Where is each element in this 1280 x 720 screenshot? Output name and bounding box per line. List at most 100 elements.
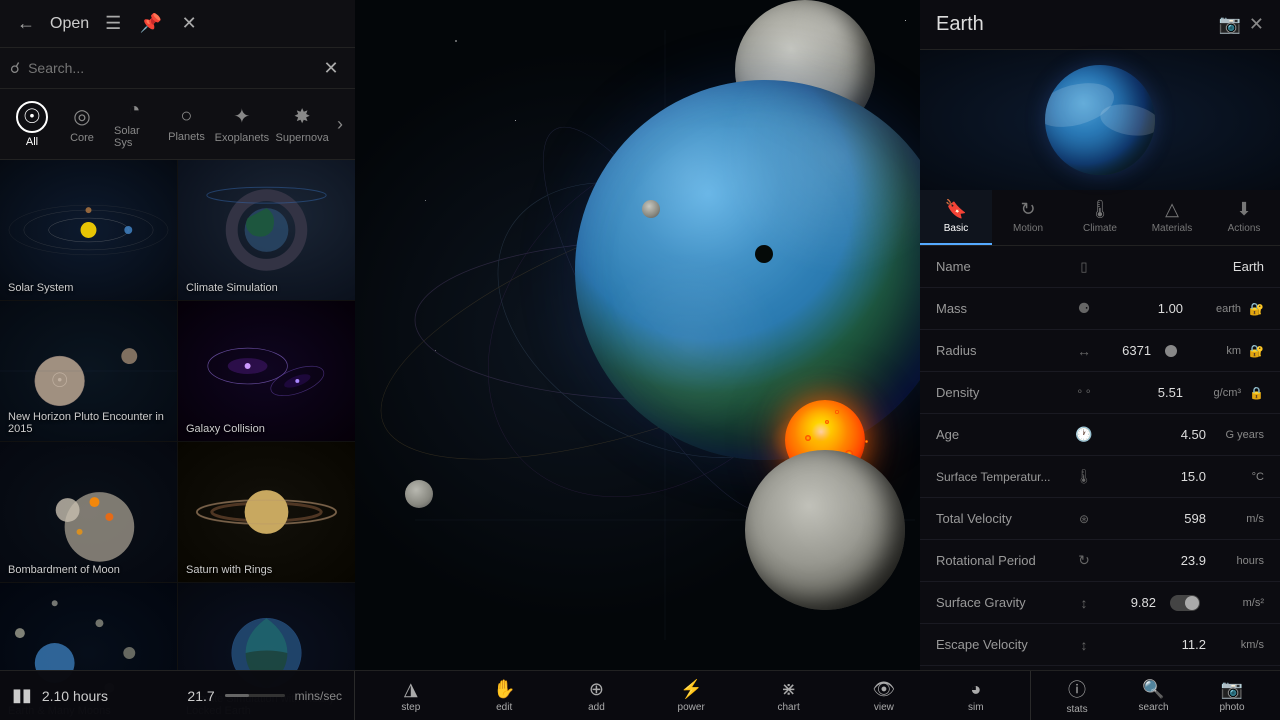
tab-basic[interactable]: 🔖 Basic: [920, 190, 992, 245]
materials-icon: △: [1165, 199, 1179, 220]
tab-climate[interactable]: 🌡 Climate: [1064, 190, 1136, 245]
prop-unit-surface-temp: °C: [1214, 471, 1264, 483]
property-density: Density ⚬⚬ 5.51 g/cm³ 🔒: [920, 372, 1280, 414]
tab-exoplanets[interactable]: ✦ Exoplanets: [212, 100, 271, 148]
stats-icon: ⓘ: [1068, 676, 1086, 702]
radius-slider[interactable]: [1165, 345, 1177, 357]
tab-supernova[interactable]: ✸ Supernova: [273, 100, 331, 148]
motion-icon: ↻: [1020, 199, 1035, 220]
sim-button[interactable]: ◕ sim: [960, 676, 992, 716]
prop-label-name: Name: [936, 259, 1066, 274]
more-categories-arrow[interactable]: ›: [333, 114, 347, 135]
property-mass: Mass ⚈ 1.00 earth 🔐: [920, 288, 1280, 330]
category-tabs: ☉ All ◎ Core ◔ Solar Sys ○ Planets ✦ Exo…: [0, 89, 355, 160]
radius-lock-icon[interactable]: 🔐: [1249, 344, 1264, 358]
mass-lock-icon[interactable]: 🔐: [1249, 302, 1264, 316]
step-button[interactable]: ◮ step: [393, 676, 428, 716]
escape-velocity-icon: ↕: [1074, 637, 1094, 653]
panel-close-button[interactable]: ✕: [1249, 14, 1264, 35]
moon-right: [642, 200, 660, 218]
bottom-bar: ▮▮ 2.10 hours 21.7 mins/sec ◮ step ✋ edi…: [0, 670, 1280, 720]
moon-left: [405, 480, 433, 508]
edit-icon: ✋: [493, 679, 515, 700]
mass-icon: ⚈: [1074, 300, 1094, 317]
tab-materials[interactable]: △ Materials: [1136, 190, 1208, 245]
earth-3d-preview: [1045, 65, 1155, 175]
pause-button[interactable]: ▮▮: [12, 685, 32, 706]
prop-label-radius: Radius: [936, 343, 1066, 358]
sim-label: sim: [968, 702, 984, 713]
back-button[interactable]: ←: [12, 10, 40, 38]
right-panel: Earth 📷 ✕ 🔖 Basic ↻ Motion 🌡 Climate △ M…: [920, 0, 1280, 670]
stats-button[interactable]: ⓘ stats: [1058, 673, 1095, 718]
viewport[interactable]: [355, 0, 920, 670]
list-view-button[interactable]: ☰: [99, 10, 127, 38]
actions-icon: ⬇: [1236, 199, 1251, 220]
stats-label: stats: [1066, 704, 1087, 715]
playback-controls: ▮▮ 2.10 hours 21.7 mins/sec: [0, 671, 355, 720]
scenario-saturn[interactable]: Saturn with Rings: [178, 442, 355, 582]
scenario-galaxy[interactable]: Galaxy Collision: [178, 301, 355, 441]
prop-value-surface-temp: 15.0: [1102, 469, 1206, 484]
property-age: Age 🕐 4.50 G years: [920, 414, 1280, 456]
pin-button[interactable]: 📌: [137, 10, 165, 38]
surface-temp-icon: 🌡: [1074, 468, 1094, 485]
prop-value-total-velocity: 598: [1102, 511, 1206, 526]
scenario-label-pluto: New Horizon Pluto Encounter in 2015: [8, 411, 177, 435]
panel-image-button[interactable]: 📷: [1218, 14, 1240, 35]
tab-actions-label: Actions: [1228, 223, 1261, 234]
scenario-solar-system[interactable]: Solar System: [0, 160, 177, 300]
prop-unit-age: G years: [1214, 429, 1264, 441]
name-copy-icon[interactable]: ▯: [1074, 259, 1094, 275]
tab-motion-label: Motion: [1013, 223, 1043, 234]
search-button[interactable]: 🔍 search: [1131, 676, 1177, 716]
tab-basic-label: Basic: [944, 223, 968, 234]
tab-planets[interactable]: ○ Planets: [162, 101, 210, 147]
power-button[interactable]: ⚡ power: [670, 676, 713, 716]
tab-solar[interactable]: ◔ Solar Sys: [108, 95, 160, 153]
chart-button[interactable]: ⋇ chart: [770, 676, 808, 716]
prop-label-density: Density: [936, 385, 1066, 400]
search-input[interactable]: [28, 60, 309, 76]
prop-unit-radius: km: [1191, 345, 1241, 357]
scenario-climate-sim[interactable]: Climate Simulation: [178, 160, 355, 300]
property-surface-gravity: Surface Gravity ↕ 9.82 m/s²: [920, 582, 1280, 624]
scenario-moon-bomb[interactable]: Bombardment of Moon: [0, 442, 177, 582]
speed-slider[interactable]: [225, 694, 285, 697]
scenario-label-moon: Bombardment of Moon: [8, 564, 120, 576]
tab-all[interactable]: ☉ All: [8, 97, 56, 152]
photo-icon: 📷: [1221, 679, 1243, 700]
prop-value-radius: 6371: [1102, 343, 1151, 358]
sidebar-header: ← Open ☰ 📌 ✕: [0, 0, 355, 48]
panel-title: Earth: [936, 13, 1210, 36]
add-button[interactable]: ⊕ add: [580, 676, 613, 716]
gravity-toggle[interactable]: [1170, 595, 1200, 611]
tab-actions[interactable]: ⬇ Actions: [1208, 190, 1280, 245]
prop-unit-escape-velocity: km/s: [1214, 639, 1264, 651]
add-icon: ⊕: [589, 679, 604, 700]
photo-button[interactable]: 📷 photo: [1211, 676, 1252, 716]
view-label: view: [874, 702, 894, 713]
clear-search-button[interactable]: ✕: [317, 54, 345, 82]
moon-bottom: [745, 450, 905, 610]
step-label: step: [401, 702, 420, 713]
sidebar-title: Open: [50, 15, 89, 33]
edit-button[interactable]: ✋ edit: [485, 676, 523, 716]
tab-motion[interactable]: ↻ Motion: [992, 190, 1064, 245]
close-sidebar-button[interactable]: ✕: [175, 10, 203, 38]
tab-core[interactable]: ◎ Core: [58, 100, 106, 148]
scenario-label-solar: Solar System: [8, 282, 73, 294]
sidebar: ← Open ☰ 📌 ✕ ☌ ✕ ☉ All ◎ Core ◔ Solar Sy…: [0, 0, 355, 720]
tool-buttons: ◮ step ✋ edit ⊕ add ⚡ power ⋇ chart 👁 vi…: [355, 671, 1030, 720]
prop-value-density: 5.51: [1102, 385, 1183, 400]
add-label: add: [588, 702, 605, 713]
density-lock-icon[interactable]: 🔒: [1249, 386, 1264, 400]
tab-materials-label: Materials: [1152, 223, 1193, 234]
view-icon: 👁: [872, 679, 895, 700]
scenario-label-climate: Climate Simulation: [186, 282, 278, 294]
photo-label: photo: [1219, 702, 1244, 713]
scenario-pluto[interactable]: ☉ New Horizon Pluto Encounter in 2015: [0, 301, 177, 441]
prop-unit-surface-gravity: m/s²: [1214, 597, 1264, 609]
view-button[interactable]: 👁 view: [864, 676, 903, 716]
radius-icon: ↔: [1074, 343, 1094, 359]
